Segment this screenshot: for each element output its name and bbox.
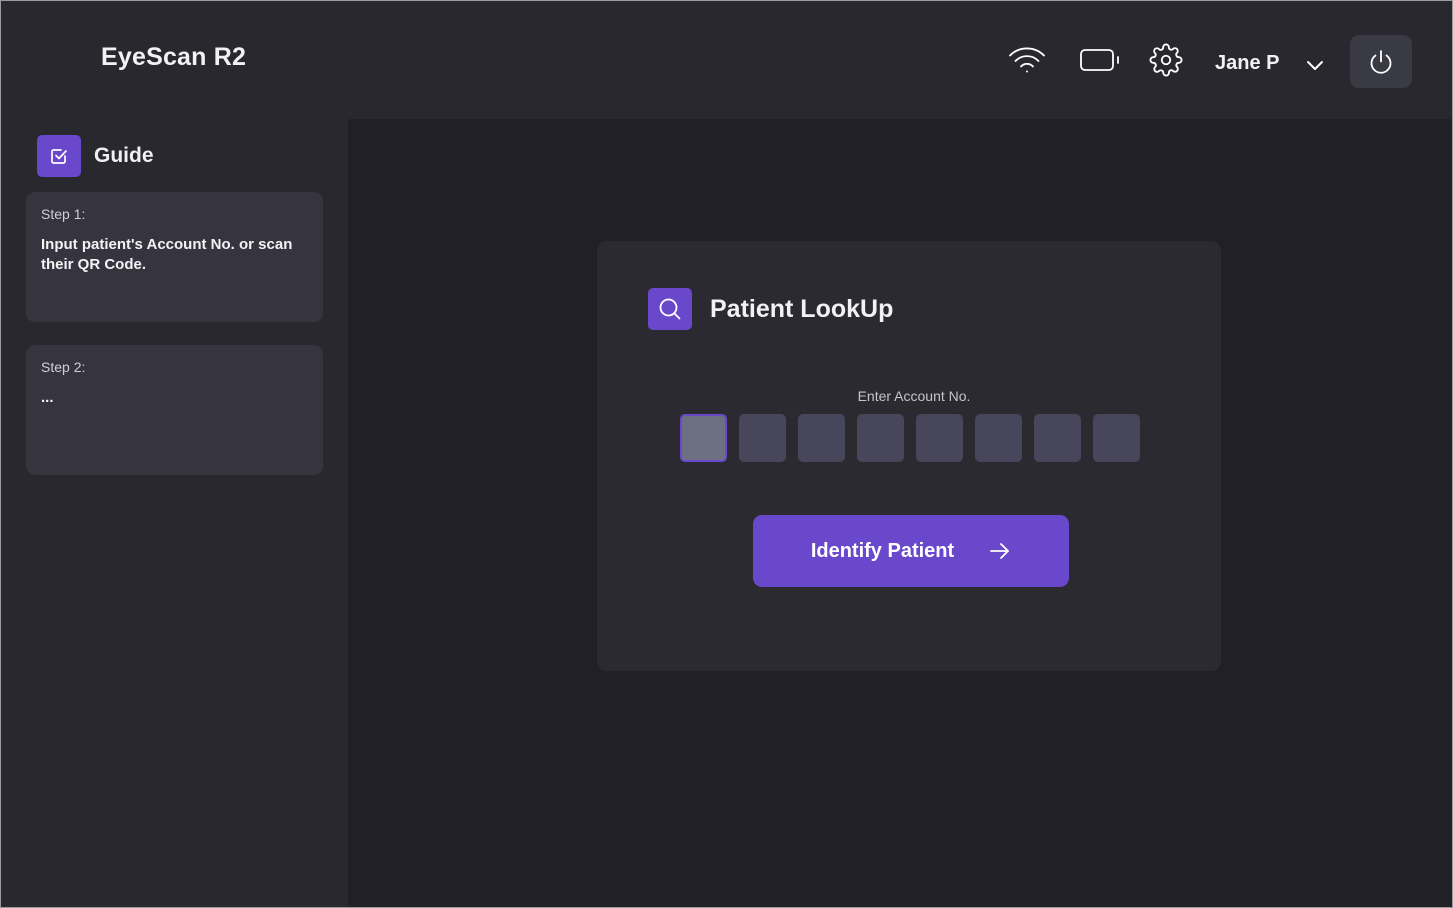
app-window: EyeScan R2 Guide Step 1: Input patient's… xyxy=(0,0,1453,908)
wifi-icon[interactable] xyxy=(1007,42,1047,78)
step-card-2: Step 2: ... xyxy=(26,345,323,475)
card-title: Patient LookUp xyxy=(710,295,894,323)
patient-lookup-card: Patient LookUp Enter Account No. Identif… xyxy=(597,241,1221,671)
account-digit-8[interactable] xyxy=(1093,414,1140,462)
top-bar: Jane P xyxy=(348,1,1452,119)
search-icon xyxy=(648,288,692,330)
account-digit-7[interactable] xyxy=(1034,414,1081,462)
guide-title: Guide xyxy=(94,144,154,167)
chevron-down-icon[interactable] xyxy=(1303,53,1327,77)
battery-icon xyxy=(1077,42,1123,78)
account-digit-4[interactable] xyxy=(857,414,904,462)
power-button[interactable] xyxy=(1350,35,1412,88)
checkbox-icon xyxy=(37,135,81,177)
account-digit-5[interactable] xyxy=(916,414,963,462)
guide-header: Guide xyxy=(37,135,154,177)
arrow-right-icon xyxy=(989,541,1011,561)
identify-patient-button[interactable]: Identify Patient xyxy=(753,515,1069,587)
account-digit-6[interactable] xyxy=(975,414,1022,462)
sidebar: EyeScan R2 Guide Step 1: Input patient's… xyxy=(1,1,348,907)
step-label: Step 2: xyxy=(41,359,86,375)
power-icon xyxy=(1370,49,1392,74)
gear-icon[interactable] xyxy=(1148,42,1184,78)
step-text: Input patient's Account No. or scan thei… xyxy=(41,236,293,273)
step-card-1: Step 1: Input patient's Account No. or s… xyxy=(26,192,323,322)
account-digit-1[interactable] xyxy=(680,414,727,462)
step-label: Step 1: xyxy=(41,206,86,222)
step-text: ... xyxy=(41,389,54,406)
user-name[interactable]: Jane P xyxy=(1215,52,1279,75)
account-field-label: Enter Account No. xyxy=(857,388,971,404)
account-digit-2[interactable] xyxy=(739,414,786,462)
account-number-input xyxy=(680,414,1140,462)
account-digit-3[interactable] xyxy=(798,414,845,462)
identify-patient-label: Identify Patient xyxy=(810,539,955,562)
app-title: EyeScan R2 xyxy=(101,43,247,71)
